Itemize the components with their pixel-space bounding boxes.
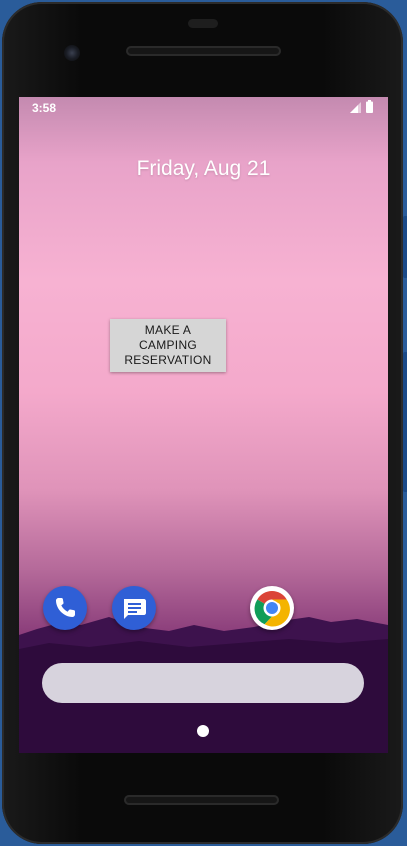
widget-button-label: MAKE A CAMPING RESERVATION (124, 323, 212, 367)
home-screen[interactable]: 3:58 Friday, Aug 21 MAKE A CAMPING RESER… (19, 97, 388, 753)
chrome-app-icon[interactable] (250, 586, 294, 630)
bottom-speaker (124, 795, 279, 805)
search-bar[interactable] (42, 663, 364, 703)
phone-icon (56, 598, 75, 617)
page-indicator (197, 725, 209, 737)
messages-app-icon[interactable] (112, 586, 156, 630)
battery-icon (366, 100, 373, 113)
phone-frame: 3:58 Friday, Aug 21 MAKE A CAMPING RESER… (2, 2, 407, 844)
front-camera (64, 45, 80, 61)
cellular-signal-icon (350, 102, 361, 113)
status-time: 3:58 (32, 101, 57, 115)
earpiece-speaker (126, 46, 281, 56)
top-notch (188, 19, 218, 28)
camping-reservation-widget-button[interactable]: MAKE A CAMPING RESERVATION (110, 319, 226, 372)
phone-app-icon[interactable] (43, 586, 87, 630)
status-bar: 3:58 (19, 97, 388, 119)
power-button (403, 216, 407, 278)
date-widget[interactable]: Friday, Aug 21 (19, 157, 388, 181)
messages-icon (124, 599, 146, 619)
chrome-icon (251, 587, 293, 629)
volume-button (403, 352, 407, 492)
